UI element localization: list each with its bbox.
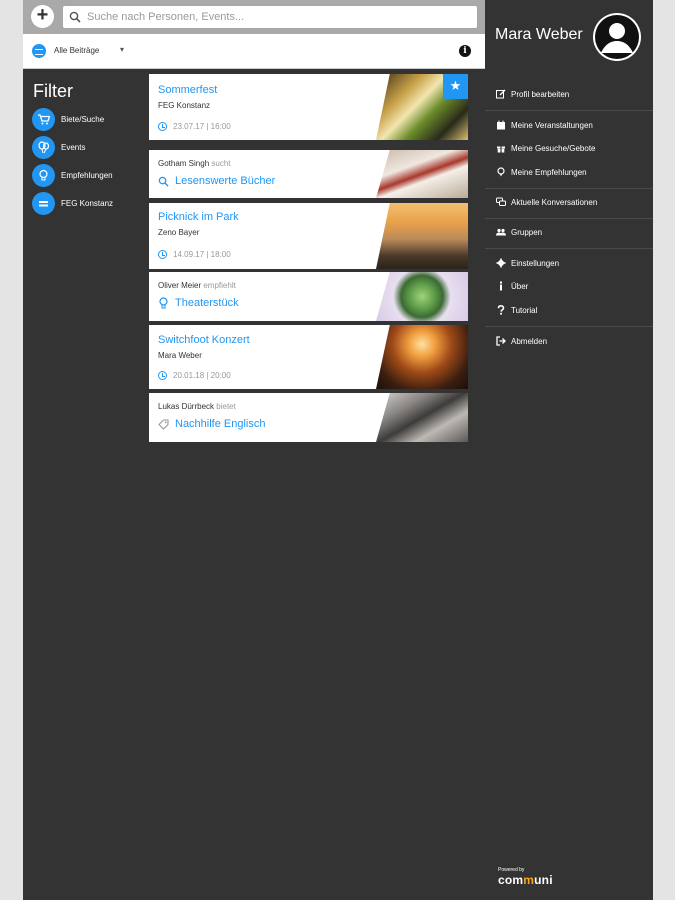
menu-item-label: Abmelden: [511, 336, 548, 346]
menu-item-meine-veranstaltungen[interactable]: Meine Veranstaltungen: [496, 120, 593, 130]
card-title-row[interactable]: Lesenswerte Bücher: [158, 175, 275, 187]
search-input[interactable]: [87, 11, 467, 23]
app-window: + Alle Beiträge ▾ i Filter Biete/Suche E…: [23, 0, 653, 900]
user-name[interactable]: Mara Weber: [495, 26, 583, 44]
card-organizer: FEG Konstanz: [158, 101, 211, 110]
user-icon: [595, 15, 639, 59]
card-image: [376, 150, 468, 198]
card-title: Theaterstück: [175, 297, 239, 309]
menu-item-label: Meine Veranstaltungen: [511, 120, 593, 130]
menu-item-label: Meine Gesuche/Gebote: [511, 143, 596, 153]
menu-item-label: Aktuelle Konversationen: [511, 197, 598, 207]
menu-item-abmelden[interactable]: Abmelden: [496, 336, 547, 346]
filter-item-biete-suche[interactable]: Biete/Suche: [32, 108, 104, 131]
calendar-icon: [497, 120, 505, 130]
menu-item-meine-gesuche-gebote[interactable]: Meine Gesuche/Gebote: [496, 143, 596, 153]
menu-item-aktuelle-konversationen[interactable]: Aktuelle Konversationen: [496, 197, 597, 207]
filter-dropdown[interactable]: Alle Beiträge: [54, 46, 99, 55]
menu-item-einstellungen[interactable]: Einstellungen: [496, 258, 559, 268]
question-icon: [497, 305, 505, 315]
users-icon: [496, 228, 506, 236]
filter-bar: Alle Beiträge ▾ i: [23, 34, 485, 69]
card-title: Nachhilfe Englisch: [175, 418, 266, 430]
card-image: [376, 272, 468, 321]
card-image: [376, 393, 468, 442]
menu-item-label: Profil bearbeiten: [511, 89, 570, 99]
clock-icon: [158, 250, 167, 259]
feed-card-event[interactable]: Switchfoot Konzert Mara Weber 20.01.18 |…: [149, 325, 468, 389]
menu-item-profil-bearbeiten[interactable]: Profil bearbeiten: [496, 89, 569, 99]
feed-card-event[interactable]: Sommerfest FEG Konstanz 23.07.17 | 16:00…: [149, 74, 468, 140]
chat-icon: [496, 197, 506, 206]
divider: [485, 248, 653, 249]
info-icon[interactable]: i: [459, 45, 471, 57]
feed-card-event[interactable]: Picknick im Park Zeno Bayer 14.09.17 | 1…: [149, 203, 468, 269]
clock-icon: [158, 371, 167, 380]
divider: [485, 218, 653, 219]
search-icon: [158, 176, 169, 187]
menu-item-label: Gruppen: [511, 227, 543, 237]
card-title-row[interactable]: Nachhilfe Englisch: [158, 418, 266, 430]
gift-icon: [497, 146, 505, 153]
tag-icon: [158, 418, 169, 430]
edit-icon: [496, 89, 506, 99]
pin-icon: [497, 167, 505, 177]
menu-item-label: Einstellungen: [511, 258, 560, 268]
card-date: 14.09.17 | 18:00: [158, 250, 231, 259]
clock-icon: [158, 122, 167, 131]
card-author: Oliver Meier empfiehlt: [158, 281, 236, 290]
search-icon: [69, 11, 81, 23]
card-title[interactable]: Picknick im Park: [158, 211, 239, 223]
lightbulb-icon: [32, 164, 55, 187]
search-box[interactable]: [63, 6, 477, 28]
card-date: 23.07.17 | 16:00: [158, 122, 231, 131]
chevron-down-icon[interactable]: ▾: [120, 45, 124, 54]
card-date: 20.01.18 | 20:00: [158, 371, 231, 380]
add-button[interactable]: +: [31, 5, 54, 28]
group-icon: [32, 44, 46, 58]
menu-item-label: Meine Empfehlungen: [511, 167, 587, 177]
card-title[interactable]: Sommerfest: [158, 84, 217, 96]
filter-item-label: FEG Konstanz: [61, 199, 114, 208]
menu-item-gruppen[interactable]: Gruppen: [496, 227, 542, 237]
filter-item-label: Empfehlungen: [61, 171, 113, 180]
feed-card-post[interactable]: Oliver Meier empfiehlt Theaterstück: [149, 272, 468, 321]
logout-icon: [496, 336, 506, 346]
filter-item-feg-konstanz[interactable]: FEG Konstanz: [32, 192, 113, 215]
filter-item-label: Events: [61, 143, 86, 152]
card-image: [376, 203, 468, 269]
card-organizer: Mara Weber: [158, 351, 202, 360]
divider: [485, 326, 653, 327]
card-author: Gotham Singh sucht: [158, 159, 231, 168]
menu-item-meine-empfehlungen[interactable]: Meine Empfehlungen: [496, 167, 587, 177]
info-icon: [500, 281, 502, 291]
card-author: Lukas Dürrbeck bietet: [158, 402, 236, 411]
menu-item-label: Über: [511, 281, 529, 291]
gear-icon: [496, 258, 506, 268]
card-title: Lesenswerte Bücher: [175, 175, 276, 187]
lightbulb-icon: [159, 297, 168, 309]
menu-item-label: Tutorial: [511, 305, 538, 315]
filter-item-events[interactable]: Events: [32, 136, 85, 159]
divider: [485, 110, 653, 111]
menu-item-tutorial[interactable]: Tutorial: [496, 305, 537, 315]
top-bar: +: [23, 0, 485, 34]
brand-logo: communi: [498, 873, 553, 887]
feed-card-post[interactable]: Lukas Dürrbeck bietet Nachhilfe Englisch: [149, 393, 468, 442]
feed-card-post[interactable]: Gotham Singh sucht Lesenswerte Bücher: [149, 150, 468, 198]
card-image: [376, 325, 468, 389]
divider: [485, 188, 653, 189]
card-organizer: Zeno Bayer: [158, 228, 200, 237]
avatar[interactable]: [593, 13, 641, 61]
balloon-icon: [32, 136, 55, 159]
group-icon: [32, 192, 55, 215]
cart-icon: [32, 108, 55, 131]
card-title-row[interactable]: Theaterstück: [158, 297, 239, 309]
menu-item-ueber[interactable]: Über: [496, 281, 528, 291]
filter-title: Filter: [33, 81, 73, 101]
filter-item-label: Biete/Suche: [61, 115, 105, 124]
filter-item-empfehlungen[interactable]: Empfehlungen: [32, 164, 113, 187]
star-icon[interactable]: ★: [443, 74, 468, 99]
card-title[interactable]: Switchfoot Konzert: [158, 334, 250, 346]
